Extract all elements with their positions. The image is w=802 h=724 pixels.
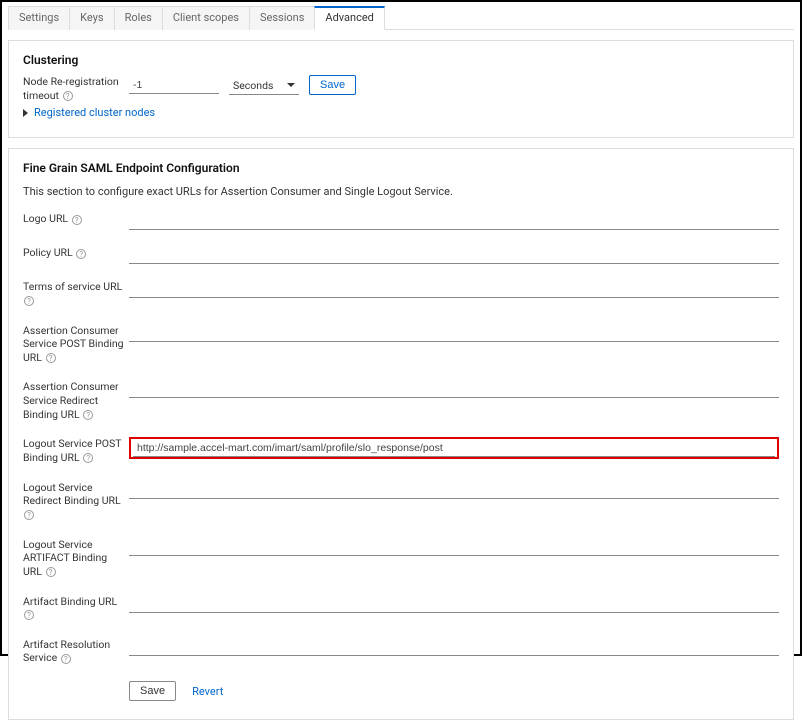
logo-url-label: Logo URL ? xyxy=(23,212,129,226)
artifact-resolution-input[interactable] xyxy=(129,638,779,656)
artifact-resolution-label: Artifact Resolution Service ? xyxy=(23,638,129,665)
tab-sessions[interactable]: Sessions xyxy=(249,6,315,30)
node-rereg-label: Node Re-registration timeout ? xyxy=(23,75,129,102)
logout-redirect-label: Logout Service Redirect Binding URL ? xyxy=(23,481,129,522)
acs-redirect-input[interactable] xyxy=(129,380,779,398)
help-icon[interactable]: ? xyxy=(46,353,56,363)
artifact-binding-input[interactable] xyxy=(129,595,779,613)
logo-url-input[interactable] xyxy=(129,212,779,230)
logout-artifact-label: Logout Service ARTIFACT Binding URL ? xyxy=(23,538,129,579)
node-rereg-unit-value: Seconds xyxy=(233,79,273,92)
saml-save-button[interactable]: Save xyxy=(129,681,176,701)
chevron-down-icon xyxy=(287,83,295,87)
tab-keys[interactable]: Keys xyxy=(69,6,114,30)
tos-url-input[interactable] xyxy=(129,280,779,298)
clustering-title: Clustering xyxy=(23,53,779,67)
acs-post-input[interactable] xyxy=(129,324,779,342)
logout-artifact-input[interactable] xyxy=(129,538,779,556)
tab-roles[interactable]: Roles xyxy=(114,6,163,30)
tabs-bar: Settings Keys Roles Client scopes Sessio… xyxy=(8,6,794,30)
logout-post-label: Logout Service POST Binding URL ? xyxy=(23,437,129,464)
tab-advanced[interactable]: Advanced xyxy=(314,6,384,30)
saml-title: Fine Grain SAML Endpoint Configuration xyxy=(23,161,779,175)
help-icon[interactable]: ? xyxy=(76,249,86,259)
chevron-right-icon[interactable] xyxy=(23,109,28,117)
help-icon[interactable]: ? xyxy=(83,410,93,420)
help-icon[interactable]: ? xyxy=(24,510,34,520)
logout-post-highlight xyxy=(129,437,779,459)
help-icon[interactable]: ? xyxy=(24,610,34,620)
logout-post-input[interactable] xyxy=(133,439,775,457)
tos-url-label: Terms of service URL ? xyxy=(23,280,129,307)
help-icon[interactable]: ? xyxy=(61,654,71,664)
acs-redirect-label: Assertion Consumer Service Redirect Bind… xyxy=(23,380,129,421)
help-icon[interactable]: ? xyxy=(46,567,56,577)
policy-url-input[interactable] xyxy=(129,246,779,264)
help-icon[interactable]: ? xyxy=(83,453,93,463)
help-icon[interactable]: ? xyxy=(24,296,34,306)
tab-settings[interactable]: Settings xyxy=(8,6,70,30)
clustering-card: Clustering Node Re-registration timeout … xyxy=(8,40,794,138)
help-icon[interactable]: ? xyxy=(63,91,73,101)
logout-redirect-input[interactable] xyxy=(129,481,779,499)
node-rereg-unit-select[interactable]: Seconds xyxy=(229,76,299,95)
registered-cluster-nodes-link[interactable]: Registered cluster nodes xyxy=(34,106,155,119)
acs-post-label: Assertion Consumer Service POST Binding … xyxy=(23,324,129,365)
saml-endpoint-card: Fine Grain SAML Endpoint Configuration T… xyxy=(8,148,794,720)
artifact-binding-label: Artifact Binding URL ? xyxy=(23,595,129,622)
policy-url-label: Policy URL ? xyxy=(23,246,129,260)
saml-description: This section to configure exact URLs for… xyxy=(23,185,779,198)
node-rereg-input[interactable] xyxy=(129,76,219,94)
tab-client-scopes[interactable]: Client scopes xyxy=(162,6,250,30)
help-icon[interactable]: ? xyxy=(72,215,82,225)
clustering-save-button[interactable]: Save xyxy=(309,75,356,95)
saml-revert-link[interactable]: Revert xyxy=(192,685,223,698)
